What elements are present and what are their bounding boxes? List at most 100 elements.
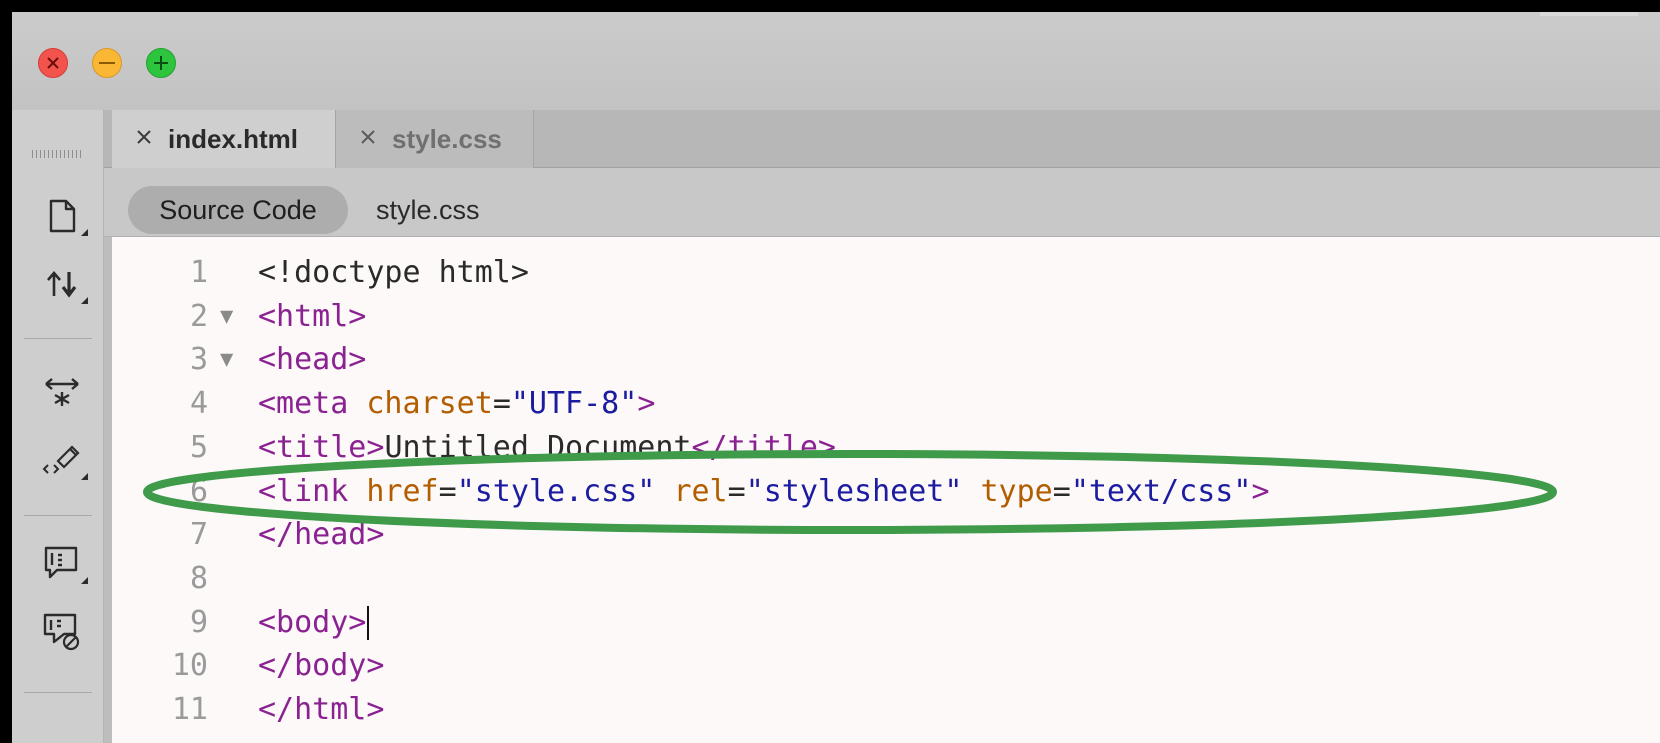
code-token: = [492, 386, 511, 422]
close-button[interactable] [38, 48, 68, 78]
remove-comment-icon [42, 612, 82, 652]
code-line[interactable]: 6 <link href="style.css" rel="stylesheet"… [112, 472, 1660, 512]
line-number: 2 [189, 298, 208, 334]
code-text: <html> [258, 297, 366, 337]
line-number: 10 [171, 648, 208, 684]
code-token: charset [366, 386, 493, 422]
code-token: "stylesheet" [745, 473, 963, 509]
toolbar-divider [24, 515, 92, 516]
scroll-thumb[interactable] [1540, 12, 1638, 16]
toolbar-grip[interactable] [32, 150, 84, 158]
line-number: 4 [189, 386, 208, 422]
code-text: </html> [258, 690, 384, 730]
code-text: <link href="style.css" rel="stylesheet" … [258, 472, 1270, 512]
code-token: <link [258, 473, 367, 509]
code-line[interactable]: 3 ▼ <head> [112, 340, 1660, 380]
code-token: <html> [258, 298, 367, 334]
open-documents-button[interactable] [34, 192, 90, 240]
code-token: = [438, 473, 457, 509]
tab-close-button[interactable] [134, 129, 154, 149]
editor-edge [104, 237, 112, 743]
tab-close-button[interactable] [358, 129, 378, 149]
get-put-button[interactable] [34, 260, 90, 308]
expand-collapse-icon [42, 374, 82, 410]
source-code-button[interactable]: Source Code [128, 186, 348, 234]
code-line[interactable]: 1 <!doctype html> [112, 253, 1660, 293]
code-token: <body> [258, 604, 367, 640]
code-token: </html> [258, 692, 385, 727]
code-token: </title> [691, 429, 836, 465]
code-line[interactable]: 11 </html> [112, 690, 1660, 730]
line-number: 8 [189, 560, 208, 596]
code-editor[interactable]: 1 <!doctype html> 2 ▼ <html> 3 ▼ <head> 4 <meta c… [112, 237, 1660, 743]
line-number: 1 [189, 255, 208, 290]
toolbar-divider [24, 338, 92, 339]
code-token: <title> [258, 429, 385, 465]
line-number: 6 [189, 473, 208, 509]
expand-collapse-button[interactable] [34, 368, 90, 416]
title-bar[interactable] [12, 12, 1660, 110]
code-token: "style.css" [456, 473, 656, 509]
code-token: <meta [258, 386, 367, 422]
code-text: </head> [258, 515, 384, 555]
apply-comment-icon [43, 545, 81, 583]
minimize-icon [99, 61, 115, 65]
fold-toggle-icon[interactable]: ▼ [220, 340, 233, 380]
code-text: <title>Untitled Document</title> [258, 428, 836, 468]
apply-comment-button[interactable] [34, 540, 90, 588]
line-number: 9 [189, 604, 208, 640]
close-icon [46, 56, 60, 70]
line-number: 5 [189, 429, 208, 465]
tab-index-html[interactable]: index.html [112, 110, 336, 168]
code-token: "text/css" [1070, 473, 1252, 509]
document-tab-bar: index.html style.css [104, 110, 1660, 168]
coding-toolbar [12, 110, 104, 743]
text-caret [367, 606, 370, 641]
tab-label: style.css [392, 123, 502, 154]
code-line[interactable]: 5 <title>Untitled Document</title> [112, 428, 1660, 468]
code-line[interactable]: 2 ▼ <html> [112, 297, 1660, 337]
code-text: <meta charset="UTF-8"> [258, 384, 655, 424]
code-token: = [727, 473, 746, 509]
code-token: <head> [258, 342, 367, 378]
code-token: href [366, 473, 439, 509]
line-number: 7 [189, 517, 208, 553]
get-put-icon [45, 268, 79, 300]
editor-window: index.html style.css Source Code style.c… [12, 12, 1660, 743]
code-token: type [980, 473, 1053, 509]
remove-comment-button[interactable] [34, 608, 90, 656]
code-line[interactable]: 9 <body> [112, 603, 1660, 643]
related-file-style-css[interactable]: style.css [376, 186, 480, 234]
code-text: <body> [258, 603, 370, 643]
code-token: = [1052, 473, 1071, 509]
code-token: </body> [258, 648, 385, 684]
code-line[interactable]: 4 <meta charset="UTF-8"> [112, 384, 1660, 424]
close-icon [136, 129, 152, 150]
line-number: 11 [171, 692, 208, 727]
minimize-button[interactable] [92, 48, 122, 78]
maximize-icon [153, 55, 169, 71]
code-text: <!doctype html> [258, 253, 529, 293]
tab-style-css[interactable]: style.css [336, 110, 534, 168]
toolbar-divider [24, 692, 92, 693]
tab-label: index.html [168, 123, 299, 154]
code-line[interactable]: 8 [112, 559, 1660, 599]
code-token: </head> [258, 517, 385, 553]
fold-toggle-icon[interactable]: ▼ [220, 297, 233, 337]
format-source-icon [42, 441, 82, 479]
related-files-bar: Source Code style.css [104, 168, 1660, 237]
code-token: "UTF-8" [510, 386, 638, 422]
line-number: 3 [189, 342, 208, 378]
code-text: <head> [258, 340, 366, 380]
code-token: > [637, 386, 656, 422]
code-token: rel [673, 473, 728, 509]
code-line[interactable]: 7 </head> [112, 515, 1660, 555]
code-token: > [1251, 473, 1270, 509]
format-source-button[interactable] [34, 436, 90, 484]
maximize-button[interactable] [146, 48, 176, 78]
code-token: <!doctype html> [258, 255, 529, 290]
code-line[interactable]: 10 </body> [112, 646, 1660, 686]
code-text: </body> [258, 646, 384, 686]
code-token: Untitled Document [384, 429, 692, 465]
close-icon [360, 129, 376, 150]
